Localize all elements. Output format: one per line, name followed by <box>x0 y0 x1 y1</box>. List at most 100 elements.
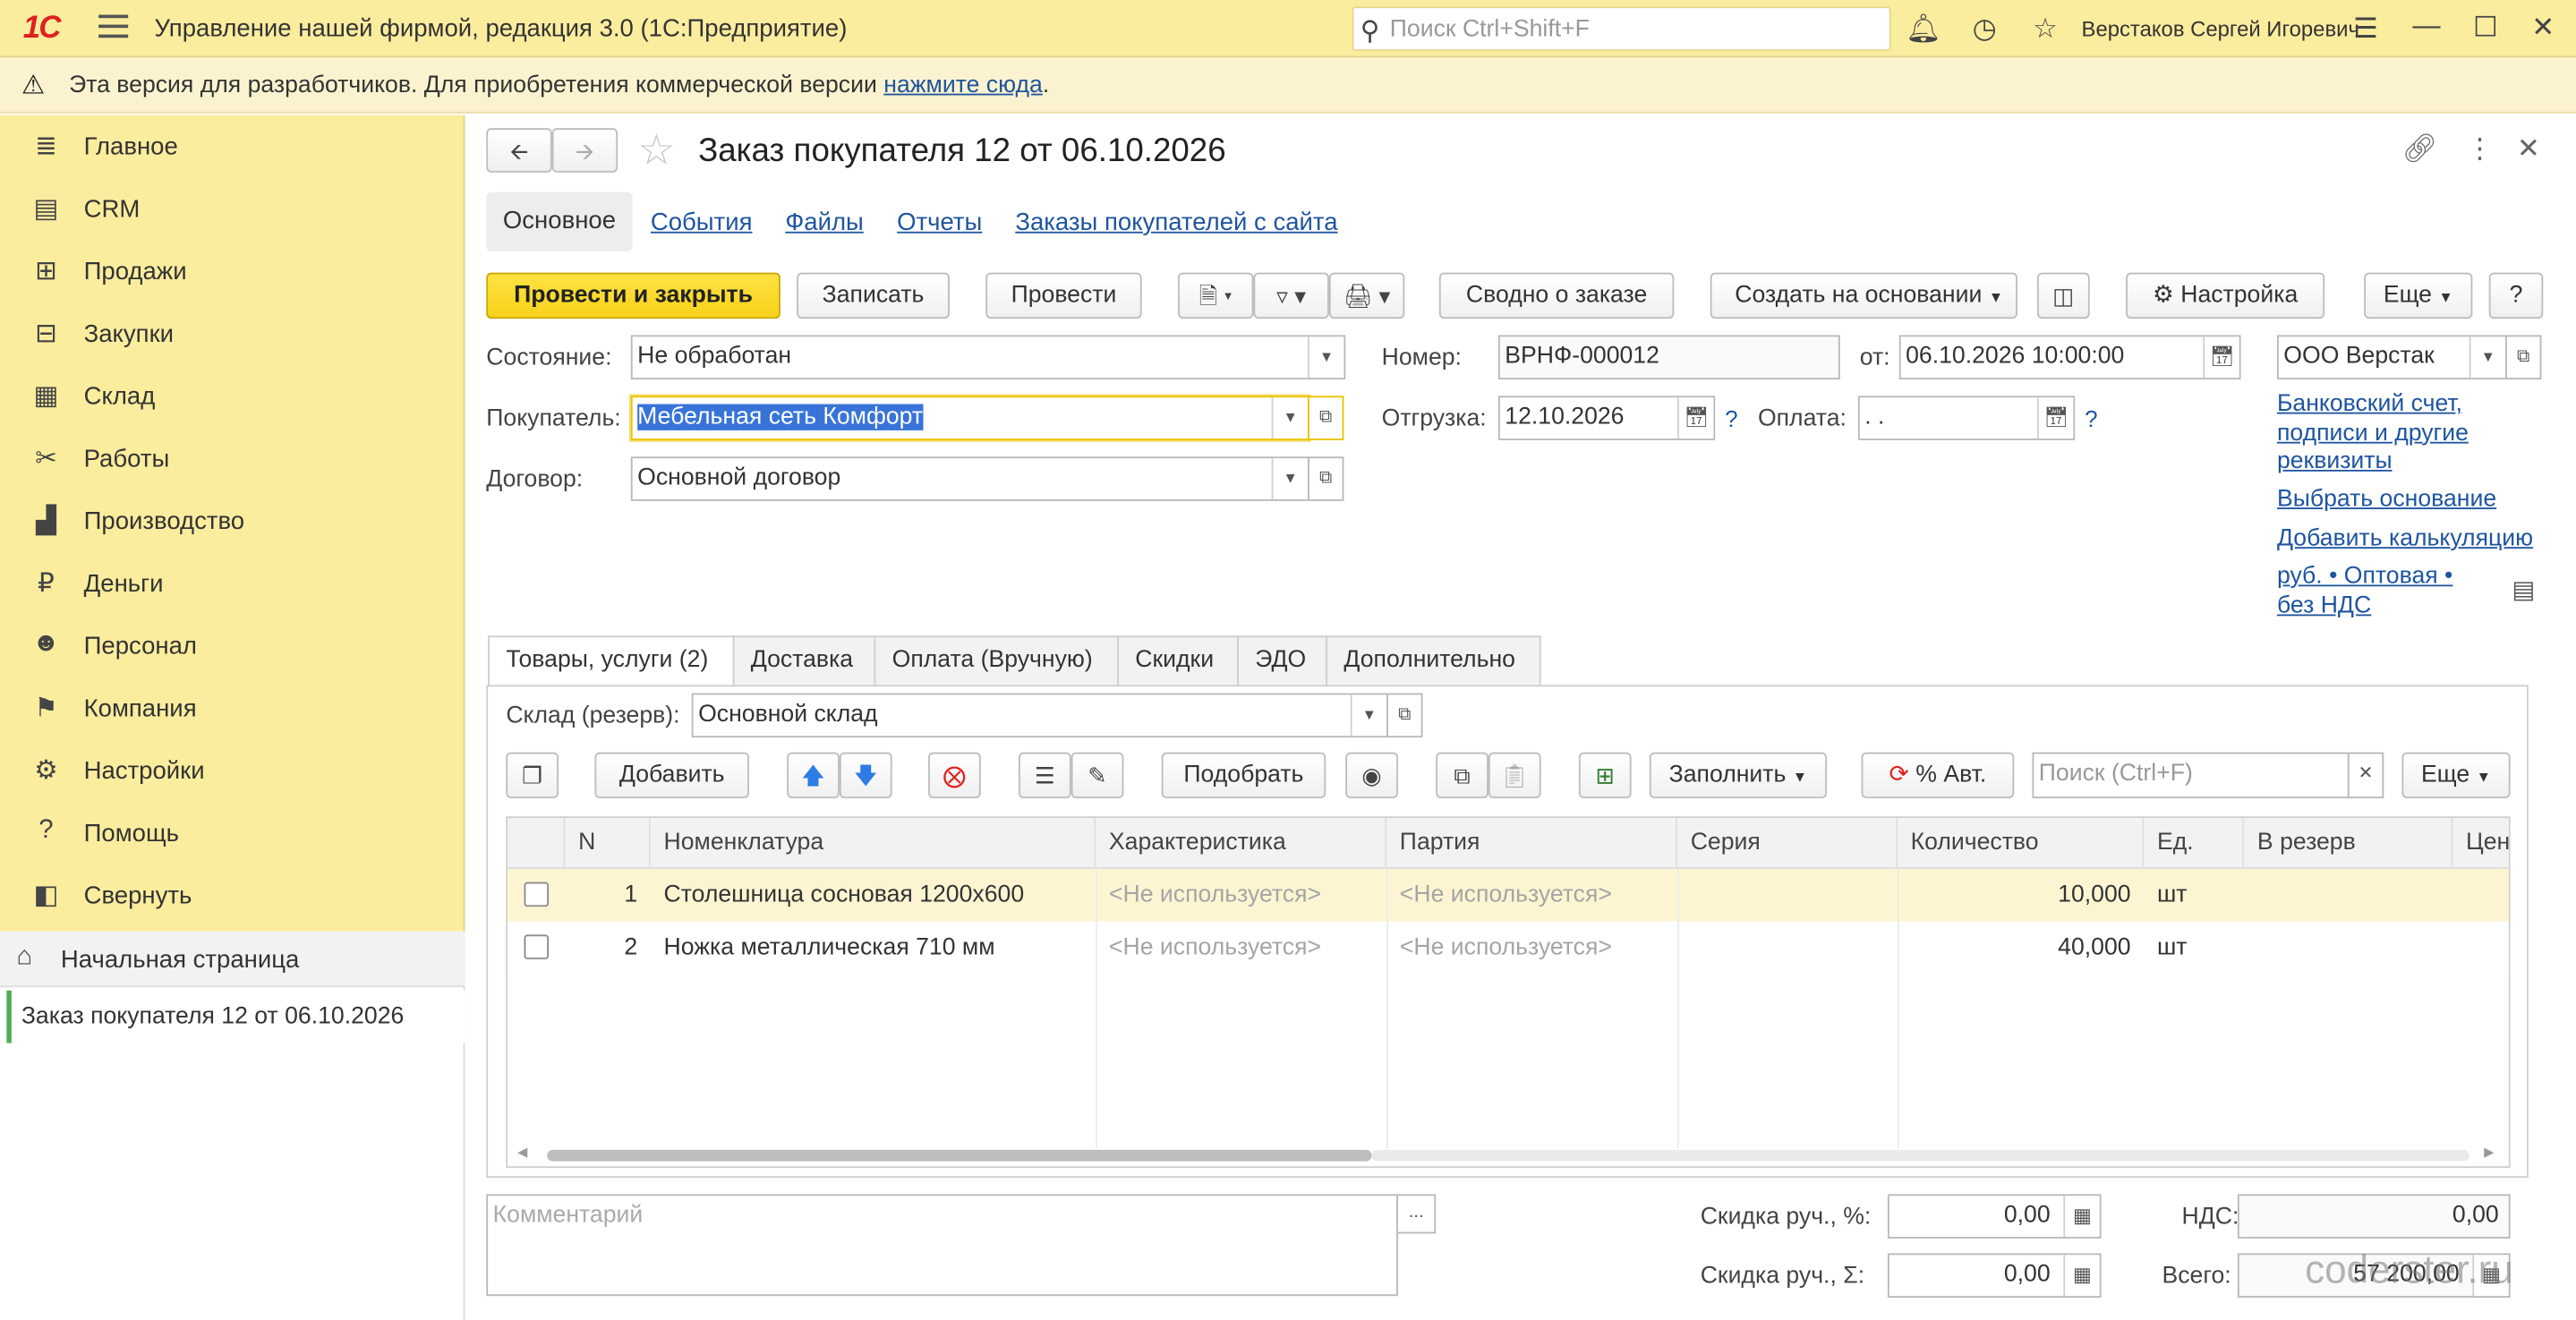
state-select[interactable]: Не обработан ▼ <box>630 335 1346 379</box>
chevron-down-icon[interactable]: ▼ <box>1308 336 1344 379</box>
tab-additional[interactable]: Дополнительно <box>1326 635 1541 686</box>
row-checkbox[interactable] <box>524 934 550 959</box>
sidebar-item-collapse[interactable]: ◧ Свернуть <box>0 864 465 926</box>
payment-help-icon[interactable]: ? <box>2085 405 2097 431</box>
paste-icon[interactable]: 📋︎ <box>1488 752 1541 799</box>
tab-goods[interactable]: Товары, услуги (2) <box>488 635 735 687</box>
row-characteristic[interactable]: <Не используется> <box>1096 922 1386 975</box>
row-batch[interactable]: <Не используется> <box>1386 922 1677 975</box>
open-warehouse-icon[interactable]: ⧉ <box>1386 693 1423 738</box>
copy-rows-icon[interactable]: ❐ <box>506 752 559 799</box>
eye-icon[interactable]: ◉ <box>1345 752 1398 799</box>
row-item[interactable]: Ножка металлическая 710 мм <box>651 922 1096 975</box>
pick-button[interactable]: Подобрать <box>1161 752 1326 799</box>
order-summary-button[interactable]: Сводно о заказе <box>1438 272 1675 319</box>
structure-icon[interactable]: ◫ <box>2036 272 2090 319</box>
save-button[interactable]: Записать <box>797 272 950 319</box>
tab-edo[interactable]: ЭДО <box>1237 635 1328 686</box>
comment-textarea[interactable]: Комментарий <box>486 1194 1398 1297</box>
choose-basis-link[interactable]: Выбрать основание <box>2277 486 2496 512</box>
close-window-icon[interactable]: ✕ <box>2527 12 2560 45</box>
open-organization-icon[interactable]: ⧉ <box>2505 335 2542 379</box>
move-down-icon[interactable]: 🡇 <box>839 752 892 799</box>
row-characteristic[interactable]: <Не используется> <box>1096 869 1386 922</box>
settings-button[interactable]: ⚙ Настройка <box>2126 272 2325 319</box>
filter-button[interactable]: ▿ ▾ <box>1253 272 1329 319</box>
link-icon[interactable]: 🔗︎ <box>2401 133 2437 166</box>
scrollbar-track[interactable] <box>1371 1149 2469 1162</box>
row-reserve[interactable] <box>2244 869 2452 922</box>
column-header[interactable]: Характеристика <box>1096 818 1387 869</box>
banner-link[interactable]: нажмите сюда <box>883 72 1043 98</box>
manual-discount-percent-field[interactable]: 0,00 ▦ <box>1887 1194 2102 1239</box>
buyer-field[interactable]: Мебельная сеть Комфорт ▼ <box>630 396 1309 440</box>
star-icon[interactable]: ☆ <box>2029 13 2062 47</box>
row-series[interactable] <box>1677 922 1898 975</box>
table-row[interactable]: 1 Столешница сосновая 1200х600 <Не испол… <box>508 868 2509 922</box>
menu-icon[interactable] <box>98 14 129 41</box>
document-status-button[interactable]: 🗎︎ ▾ <box>1178 272 1254 319</box>
calendar-icon[interactable]: 📅︎ <box>2036 397 2074 439</box>
column-header[interactable]: Партия <box>1386 818 1678 869</box>
row-reserve[interactable] <box>2244 922 2452 975</box>
row-unit[interactable]: шт <box>2144 869 2244 922</box>
chevron-down-icon[interactable]: ▼ <box>2469 336 2506 379</box>
row-checkbox[interactable] <box>524 881 550 907</box>
print-button[interactable]: 🖨︎ ▾ <box>1328 272 1405 319</box>
chevron-down-icon[interactable]: ▼ <box>1271 397 1309 439</box>
row-quantity[interactable]: 10,000 <box>1898 869 2144 922</box>
column-header[interactable]: N <box>565 818 651 869</box>
sidebar-item-sales[interactable]: ⊞ Продажи <box>0 240 465 302</box>
sidebar-item-settings[interactable]: ⚙ Настройки <box>0 739 465 802</box>
sidebar-item-warehouse[interactable]: ▦ Склад <box>0 364 465 427</box>
scroll-left-icon[interactable]: ◀ <box>517 1145 527 1160</box>
post-button[interactable]: Провести <box>985 272 1142 319</box>
back-button[interactable]: 🡨 <box>486 128 552 173</box>
post-and-close-button[interactable]: Провести и закрыть <box>486 272 780 319</box>
tab-main[interactable]: Основное <box>486 192 633 251</box>
contract-field[interactable]: Основной договор ▼ <box>630 456 1309 501</box>
shipment-date-field[interactable]: 12.10.2026 📅︎ <box>1497 396 1716 440</box>
tab-payment[interactable]: Оплата (Вручную) <box>874 635 1119 686</box>
row-quantity[interactable]: 40,000 <box>1898 922 2144 975</box>
tab-reports[interactable]: Отчеты <box>897 209 982 236</box>
row-unit[interactable]: шт <box>2144 922 2244 975</box>
bank-account-link[interactable]: Банковский счет, подписи и другие реквиз… <box>2277 391 2556 477</box>
forward-button[interactable]: 🡪 <box>551 128 618 173</box>
sidebar-item-personnel[interactable]: ☻ Персонал <box>0 614 465 677</box>
organization-select[interactable]: ООО Верстак ▼ <box>2276 335 2507 379</box>
column-header[interactable]: Номенклатура <box>651 818 1096 869</box>
comment-expand-button[interactable]: ... <box>1396 1194 1437 1234</box>
move-up-icon[interactable]: 🡅 <box>787 752 840 799</box>
row-batch[interactable]: <Не используется> <box>1386 869 1677 922</box>
calendar-icon[interactable]: 📅︎ <box>2203 336 2239 379</box>
column-header[interactable]: В резерв <box>2244 818 2453 869</box>
global-search-input[interactable]: ⚲ Поиск Ctrl+Shift+F <box>1352 6 1891 51</box>
home-page-item[interactable]: ⌂ Начальная страница <box>0 931 465 988</box>
fill-button[interactable]: Заполнить ▼ <box>1649 752 1828 799</box>
sidebar-item-purchases[interactable]: ⊟ Закупки <box>0 302 465 365</box>
horizontal-scrollbar[interactable] <box>547 1149 1372 1162</box>
column-header[interactable]: Серия <box>1677 818 1898 869</box>
history-icon[interactable]: ◷ <box>1968 13 2001 47</box>
filter-lines-icon[interactable]: ☰ <box>2350 13 2383 47</box>
add-row-button[interactable]: Добавить <box>594 752 749 799</box>
shipment-help-icon[interactable]: ? <box>1725 405 1737 431</box>
tab-site-orders[interactable]: Заказы покупателей с сайта <box>1015 209 1337 236</box>
create-based-on-button[interactable]: Создать на основании ▼ <box>1710 272 2017 319</box>
open-contract-icon[interactable]: ⧉ <box>1308 456 1344 501</box>
sidebar-item-money[interactable]: ₽ Деньги <box>0 552 465 615</box>
date-field[interactable]: 06.10.2026 10:00:00 📅︎ <box>1898 335 2241 379</box>
row-item[interactable]: Столешница сосновая 1200х600 <box>651 869 1096 922</box>
favorite-star-icon[interactable]: ☆ <box>637 124 676 175</box>
close-form-icon[interactable]: ✕ <box>2517 133 2540 166</box>
column-header[interactable]: Количество <box>1898 818 2145 869</box>
delete-row-icon[interactable]: ⨂ <box>928 752 981 799</box>
number-field[interactable]: ВРНФ-000012 <box>1497 335 1840 379</box>
calculator-icon[interactable]: ▦ <box>2063 1255 2100 1297</box>
table-more-button[interactable]: Еще ▼ <box>2401 752 2511 799</box>
add-calculation-link[interactable]: Добавить калькуляцию <box>2277 525 2533 551</box>
excel-import-icon[interactable]: ⊞ <box>1578 752 1632 799</box>
tab-events[interactable]: События <box>651 209 753 236</box>
chevron-down-icon[interactable]: ▼ <box>1271 458 1309 499</box>
